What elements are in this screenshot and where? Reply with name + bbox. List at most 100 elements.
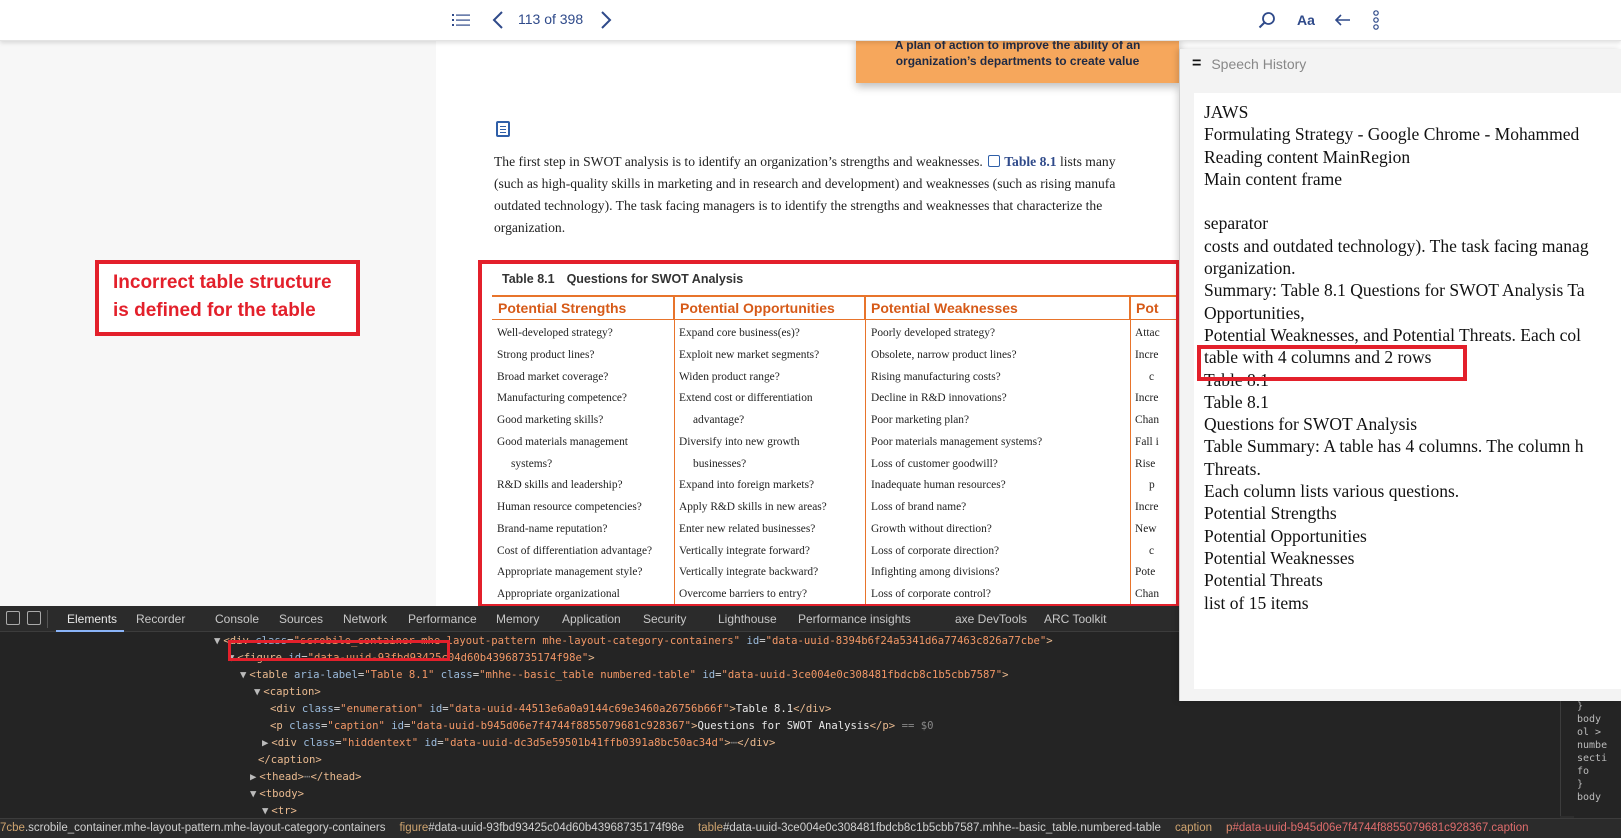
table-header-row: Potential Strengths Potential Opportunit… <box>492 295 1182 320</box>
table-number: Table 8.1 <box>502 272 555 286</box>
threats-column: Attac Incre c Incre Chan Fall i Rise p Incre New c… <box>1135 326 1160 609</box>
table-cell: advantage? <box>693 414 745 426</box>
speech-line: table with 4 columns and 2 rows <box>1204 347 1432 368</box>
table-cell: Obsolete, narrow product lines? <box>871 348 1017 361</box>
dom-node[interactable]: ▼ <tr> <box>262 803 297 816</box>
speech-line <box>1204 190 1621 212</box>
table-cell: c <box>1149 544 1155 557</box>
annotation-line: Incorrect table structure <box>113 272 332 293</box>
table-cell: Vertically integrate backward? <box>679 566 819 579</box>
tab-lighthouse[interactable]: Lighthouse <box>718 612 777 626</box>
annotation-callout: Incorrect table structure is defined for… <box>95 260 360 336</box>
speech-line: Each column lists various questions. <box>1204 481 1460 502</box>
back-arrow-icon[interactable] <box>1331 8 1355 32</box>
table-cell: Strong product lines? <box>497 348 595 361</box>
table-cell: Loss of customer goodwill? <box>871 457 998 470</box>
weaknesses-column: Poorly developed strategy? Obsolete, narr… <box>871 326 1042 609</box>
definition-line: organization’s departments to create val… <box>895 54 1140 68</box>
column-divider <box>674 295 675 609</box>
paragraph-line: outdated technology). The task facing ma… <box>494 198 1103 213</box>
tab-sources[interactable]: Sources <box>279 612 323 626</box>
font-size-button[interactable]: Aa <box>1294 8 1318 32</box>
table-cell: Extend cost or differentiation <box>679 392 813 405</box>
table-caption: Table 8.1 Questions for SWOT Analysis <box>502 272 743 286</box>
table-cell: Inadequate human resources? <box>871 479 1006 492</box>
breadcrumb-item[interactable]: 7cbe.scrobile_container.mhe-layout-patte… <box>0 822 385 834</box>
table-cell: Poor marketing plan? <box>871 414 970 426</box>
table-cell: Loss of brand name? <box>871 501 967 513</box>
page-counter: 113 of 398 <box>518 11 584 27</box>
tab-security[interactable]: Security <box>643 612 686 626</box>
table-cell: Manufacturing competence? <box>497 392 627 405</box>
search-icon[interactable] <box>1255 8 1279 32</box>
styles-text: body <box>1577 714 1602 725</box>
dom-node[interactable]: ▶ <div class="hiddentext" id="data-uuid-d… <box>262 735 775 752</box>
menu-icon[interactable]: = <box>1192 55 1201 73</box>
breadcrumb-item[interactable]: p#data-uuid-b945d06e7f4744f8855079681c92… <box>1226 822 1528 834</box>
speech-line: Potential Weaknesses, and Potential Thre… <box>1204 324 1582 345</box>
paragraph-text: lists many <box>1060 154 1116 169</box>
styles-text: } <box>1577 779 1584 790</box>
dom-node-selected[interactable]: <p class="caption" id="data-uuid-b945d06… <box>270 718 933 735</box>
table-cell: Growth without direction? <box>871 522 992 535</box>
inspect-element-icon[interactable] <box>6 611 20 625</box>
table-cell: Good materials management <box>497 435 628 448</box>
speech-line: list of 15 items <box>1204 592 1309 613</box>
next-page-button[interactable] <box>596 8 616 32</box>
table-cell: Appropriate management style? <box>497 566 643 579</box>
tab-axe-devtools[interactable]: axe DevTools <box>955 612 1027 626</box>
speech-line: JAWS <box>1204 102 1249 122</box>
table-cell: Expand into foreign markets? <box>679 479 815 492</box>
breadcrumb-item[interactable]: figure#data-uuid-93fbd93425c04d60b439687… <box>399 822 684 834</box>
speech-line: organization. <box>1204 258 1296 279</box>
table-cell: Brand-name reputation? <box>497 522 608 535</box>
paragraph-line: (such as high-quality skills in marketin… <box>494 176 1116 191</box>
breadcrumb-item[interactable]: caption <box>1175 822 1212 834</box>
dom-node[interactable]: ▶ <thead>⋯</thead> <box>250 769 361 786</box>
previous-page-button[interactable] <box>488 8 508 32</box>
table-cell: businesses? <box>693 457 747 470</box>
dom-node-table[interactable]: ▼ <table aria-label="Table 8.1" class="mh… <box>240 667 1009 684</box>
table-cell: Chan <box>1135 414 1160 426</box>
column-header: Potential Opportunities <box>674 297 865 320</box>
tab-application[interactable]: Application <box>562 612 621 626</box>
speech-line: separator <box>1204 213 1269 234</box>
tab-performance-insights[interactable]: Performance insights <box>798 612 911 626</box>
table-of-contents-icon[interactable] <box>450 8 472 32</box>
dom-node[interactable]: ▼ <tbody> <box>250 786 304 803</box>
speech-line: Formulating Strategy - Google Chrome - M… <box>1204 124 1580 145</box>
speech-line: Potential Strengths <box>1204 503 1337 524</box>
styles-text: body <box>1577 792 1602 803</box>
column-header: Pot <box>1136 300 1159 316</box>
speech-line: Threats. <box>1204 458 1261 479</box>
table-cell: Well-developed strategy? <box>497 327 613 339</box>
tab-arc-toolkit[interactable]: ARC Toolkit <box>1044 612 1106 626</box>
devtools-tab-bar: Elements Recorder Console Sources Networ… <box>0 606 1179 632</box>
tab-memory[interactable]: Memory <box>496 612 539 626</box>
device-toolbar-icon[interactable] <box>27 611 41 625</box>
body-paragraph: The first step in SWOT analysis is to id… <box>494 151 1214 239</box>
speech-line: Potential Weaknesses <box>1204 547 1355 568</box>
dom-node[interactable]: <div class="enumeration" id="data-uuid-4… <box>270 701 831 718</box>
more-options-icon[interactable] <box>1368 8 1384 32</box>
tab-recorder[interactable]: Recorder <box>136 612 185 626</box>
breadcrumb-item[interactable]: table#data-uuid-3ce004e0c308481fbdcb8c1b… <box>698 822 1161 834</box>
speech-line: Table Summary: A table has 4 columns. Th… <box>1204 436 1584 457</box>
tab-performance[interactable]: Performance <box>408 612 477 626</box>
note-icon[interactable] <box>496 121 510 137</box>
table-cell: Decline in R&D innovations? <box>871 392 1007 405</box>
dom-node[interactable]: </caption> <box>258 752 322 769</box>
table-cell: c <box>1149 370 1155 383</box>
dom-node[interactable]: ▼ <caption> <box>254 684 321 701</box>
speech-history-panel: = Speech History JAWS Formulating Strateg… <box>1179 49 1621 701</box>
speech-history-log[interactable]: JAWS Formulating Strategy - Google Chrome… <box>1194 93 1621 689</box>
tab-elements[interactable]: Elements <box>67 612 117 626</box>
dom-breadcrumbs: 7cbe.scrobile_container.mhe-layout-patte… <box>0 818 1621 838</box>
table-cell: R&D skills and leadership? <box>497 479 623 492</box>
tab-network[interactable]: Network <box>343 612 387 626</box>
speech-line: Potential Threats <box>1204 570 1323 591</box>
tab-console[interactable]: Console <box>215 612 259 626</box>
table-cell: Apply R&D skills in new areas? <box>679 501 827 513</box>
table-link-icon[interactable] <box>988 155 1001 167</box>
table-link[interactable]: Table 8.1 <box>1004 154 1056 169</box>
